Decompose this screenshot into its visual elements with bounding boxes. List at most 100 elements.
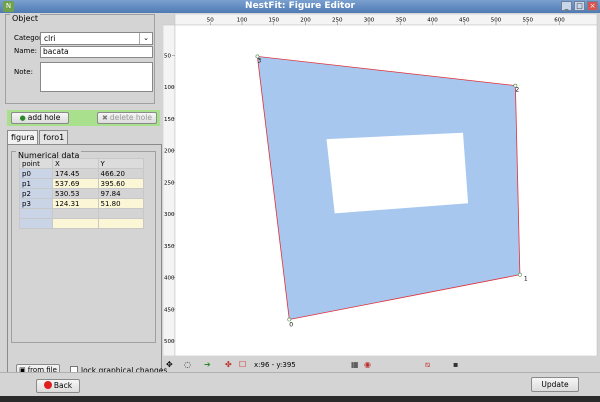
point-cell[interactable]: p0 bbox=[19, 168, 53, 179]
x-cell[interactable]: 174.45 bbox=[52, 168, 99, 179]
category-select[interactable]: clri ⌄ bbox=[40, 32, 153, 45]
y-tick-label: 200 bbox=[164, 149, 175, 155]
y-tick-label: 350 bbox=[164, 244, 175, 250]
hole-buttons-bar: ● add hole ✖ delete hole bbox=[7, 110, 160, 126]
circle-icon[interactable]: ◌ bbox=[184, 360, 191, 369]
x-cell[interactable]: 537.69 bbox=[52, 178, 99, 189]
point-cell[interactable] bbox=[19, 218, 53, 229]
window-title: NestFit: Figure Editor bbox=[245, 1, 355, 11]
add-hole-button[interactable]: ● add hole bbox=[11, 112, 69, 124]
tab-figura[interactable]: figura bbox=[7, 130, 39, 144]
title-bar: N NestFit: Figure Editor _ □ × bbox=[0, 0, 600, 13]
x-tick-label: 200 bbox=[300, 18, 311, 24]
eye-icon[interactable]: ◉ bbox=[364, 360, 371, 369]
numerical-data-group: Numerical data point X Y p0 174.45 466.2… bbox=[11, 151, 156, 343]
add-hole-label: add hole bbox=[27, 113, 61, 122]
x-tick-label: 600 bbox=[554, 18, 565, 24]
column-header-y[interactable]: Y bbox=[97, 158, 144, 169]
coordinate-readout: x:96 - y:395 bbox=[254, 361, 296, 369]
vertex-handle[interactable] bbox=[518, 272, 522, 277]
delete-icon: ✖ bbox=[102, 114, 108, 122]
y-tick-label: 150 bbox=[164, 117, 175, 123]
figure-canvas-area: 50 100 150 200 250 300 350 400 450 500 550 600 50 10… bbox=[162, 13, 600, 357]
desktop-strip bbox=[0, 396, 600, 402]
y-cell[interactable] bbox=[97, 208, 144, 219]
y-cell[interactable]: 395.60 bbox=[97, 178, 144, 189]
point-cell[interactable] bbox=[19, 208, 53, 219]
update-button[interactable]: Update bbox=[531, 377, 579, 392]
table-row-empty[interactable] bbox=[19, 218, 144, 229]
close-button[interactable]: × bbox=[587, 1, 598, 11]
y-tick-label: 50 bbox=[164, 53, 171, 59]
canvas-toolbar: ✥ ◌ ➔ ✤ ☐ x:96 - y:395 ▦ ◉ ⧅ ▪ bbox=[163, 358, 600, 372]
x-tick-label: 150 bbox=[269, 18, 280, 24]
y-cell[interactable] bbox=[97, 218, 144, 229]
figure-tabs: figura foro1 bbox=[7, 130, 69, 144]
maximize-button[interactable]: □ bbox=[574, 1, 585, 11]
category-value: clri bbox=[44, 34, 56, 43]
image-icon[interactable]: ▦ bbox=[351, 360, 359, 369]
x-tick-label: 50 bbox=[207, 18, 214, 24]
tab-foro1[interactable]: foro1 bbox=[39, 130, 69, 144]
add-icon: ● bbox=[19, 114, 26, 122]
y-tick-label: 100 bbox=[164, 85, 175, 91]
x-tick-label: 350 bbox=[396, 18, 407, 24]
vertex-label: 3 bbox=[257, 57, 261, 64]
note-textarea[interactable] bbox=[40, 62, 153, 92]
table-row-empty[interactable] bbox=[19, 208, 144, 219]
x-tick-label: 450 bbox=[459, 18, 470, 24]
chevron-down-icon[interactable]: ⌄ bbox=[139, 33, 152, 44]
x-cell[interactable]: 530.53 bbox=[52, 188, 99, 199]
y-tick-label: 450 bbox=[164, 307, 175, 313]
note-label: Note: bbox=[14, 68, 33, 76]
table-row[interactable]: p2 530.53 97.84 bbox=[19, 188, 144, 199]
footer-bar: Back Update bbox=[0, 372, 600, 397]
object-group: Object Category clri ⌄ Name: bacata Note… bbox=[5, 14, 155, 104]
y-cell[interactable]: 51.80 bbox=[97, 198, 144, 209]
x-cell[interactable]: 124.31 bbox=[52, 198, 99, 209]
delete-hole-button[interactable]: ✖ delete hole bbox=[97, 112, 157, 124]
delete-hole-label: delete hole bbox=[109, 113, 152, 122]
y-tick-label: 500 bbox=[164, 339, 175, 345]
x-cell[interactable] bbox=[52, 218, 99, 229]
rect-icon[interactable]: ☐ bbox=[239, 360, 246, 369]
x-tick-label: 550 bbox=[523, 18, 534, 24]
point-cell[interactable]: p3 bbox=[19, 198, 53, 209]
tab-panel: Numerical data point X Y p0 174.45 466.2… bbox=[7, 144, 167, 378]
figure-canvas[interactable]: 50 100 150 200 250 300 350 400 450 500 550 600 5010… bbox=[162, 13, 600, 357]
point-cell[interactable]: p2 bbox=[19, 188, 53, 199]
rotate-icon[interactable]: ➔ bbox=[204, 360, 211, 369]
y-cell[interactable]: 97.84 bbox=[97, 188, 144, 199]
back-label: Back bbox=[53, 381, 73, 390]
y-tick-label: 400 bbox=[164, 276, 175, 282]
y-cell[interactable]: 466.20 bbox=[97, 168, 144, 179]
x-tick-label: 500 bbox=[491, 18, 502, 24]
vertex-label: 0 bbox=[289, 322, 293, 329]
point-cell[interactable]: p1 bbox=[19, 178, 53, 189]
vertex-label: 1 bbox=[524, 276, 528, 283]
y-tick-label: 250 bbox=[164, 180, 175, 186]
column-header-point[interactable]: point bbox=[19, 158, 53, 169]
y-tick-label: 300 bbox=[164, 212, 175, 218]
column-header-x[interactable]: X bbox=[52, 158, 99, 169]
save-icon[interactable]: ▪ bbox=[453, 360, 458, 369]
x-tick-label: 300 bbox=[364, 18, 375, 24]
vertex-icon[interactable]: ✤ bbox=[225, 360, 232, 369]
back-button[interactable]: Back bbox=[36, 379, 80, 393]
table-row[interactable]: p0 174.45 466.20 bbox=[19, 168, 144, 179]
stop-icon bbox=[43, 381, 52, 389]
x-cell[interactable] bbox=[52, 208, 99, 219]
table-row[interactable]: p3 124.31 51.80 bbox=[19, 198, 144, 209]
name-input[interactable]: bacata bbox=[40, 46, 153, 58]
x-tick-label: 250 bbox=[332, 18, 343, 24]
minimize-button[interactable]: _ bbox=[561, 1, 572, 11]
points-table: point X Y p0 174.45 466.20 p1 537.69 395… bbox=[19, 158, 144, 229]
x-tick-label: 100 bbox=[237, 18, 248, 24]
move-icon[interactable]: ✥ bbox=[166, 360, 173, 369]
name-label: Name: bbox=[14, 47, 38, 55]
left-panel: Object Category clri ⌄ Name: bacata Note… bbox=[3, 14, 167, 378]
object-legend: Object bbox=[10, 14, 41, 23]
mirror-icon[interactable]: ⧅ bbox=[425, 360, 430, 370]
vertex-label: 2 bbox=[515, 87, 519, 94]
table-row[interactable]: p1 537.69 395.60 bbox=[19, 178, 144, 189]
